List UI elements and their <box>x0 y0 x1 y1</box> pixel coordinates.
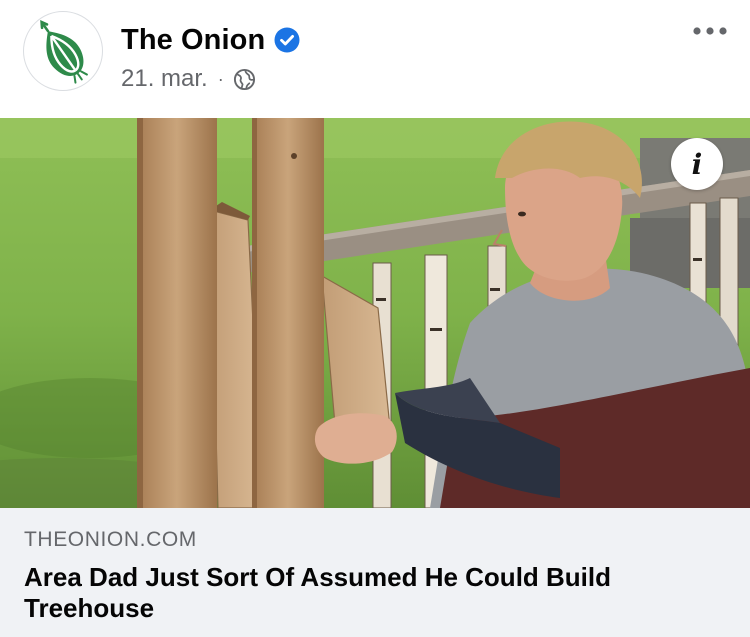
more-options-button[interactable] <box>690 20 730 42</box>
post-meta: 21. mar. · <box>121 64 256 94</box>
meta-separator: · <box>217 68 224 89</box>
page-name-row: The Onion <box>121 20 300 60</box>
info-button[interactable]: i <box>671 138 723 190</box>
page-avatar[interactable] <box>23 11 103 91</box>
onion-logo-icon <box>40 19 88 84</box>
more-options-icon <box>693 27 727 35</box>
verified-badge-icon <box>274 27 300 53</box>
info-icon: i <box>691 147 703 181</box>
photo-man-breaking-fence <box>0 118 750 508</box>
post-image[interactable] <box>0 118 750 508</box>
globe-icon[interactable] <box>233 68 256 91</box>
link-title: Area Dad Just Sort Of Assumed He Could B… <box>24 562 612 623</box>
link-domain: THEONION.COM <box>24 528 197 551</box>
post-header: The Onion 21. mar. · <box>0 0 750 118</box>
page-name[interactable]: The Onion <box>121 24 265 57</box>
post-date[interactable]: 21. mar. <box>121 65 208 93</box>
link-preview[interactable]: THEONION.COM Area Dad Just Sort Of Assum… <box>0 508 750 637</box>
